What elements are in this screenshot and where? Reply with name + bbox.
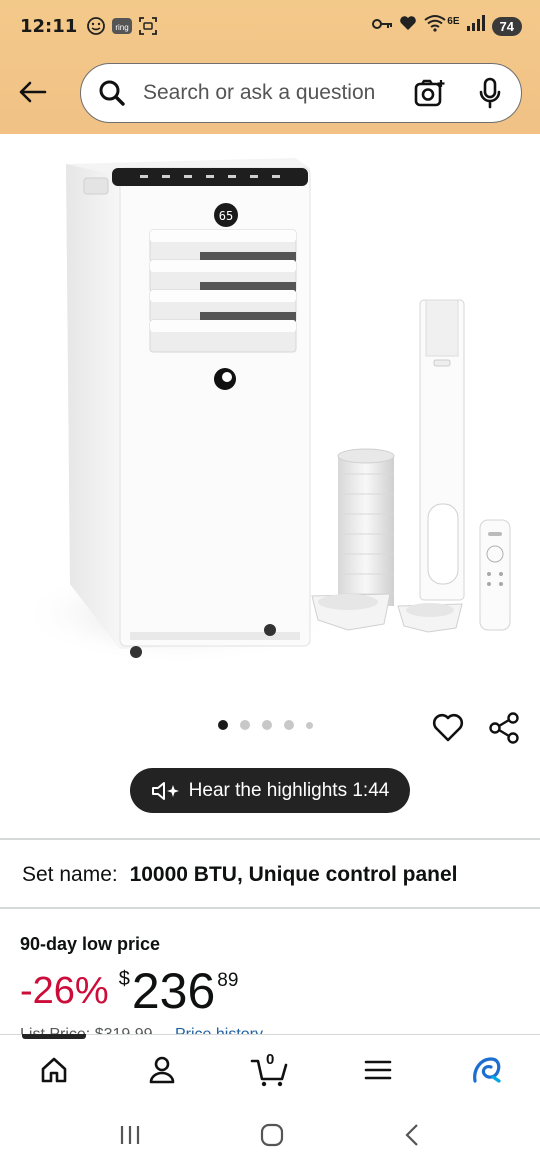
system-navigation-bar	[0, 1104, 540, 1170]
home-circle-icon	[260, 1123, 284, 1146]
vpn-key-icon	[371, 15, 393, 37]
share-icon	[489, 712, 519, 744]
smiley-notification-icon	[85, 15, 107, 37]
microphone-icon[interactable]	[473, 76, 507, 110]
network-type: 6E	[447, 15, 460, 27]
search-input[interactable]: Search or ask a question	[143, 81, 413, 105]
set-name-value: 10000 BTU, Unique control panel	[129, 863, 458, 886]
hear-highlights-label: Hear the highlights 1:44	[188, 779, 390, 801]
unit-display-digits: 65	[219, 209, 233, 223]
signal-icon	[466, 15, 486, 37]
nav-account[interactable]	[132, 1045, 192, 1095]
discount-percent: -26%	[20, 970, 109, 1012]
price-cents: 89	[217, 970, 239, 991]
home-system-button[interactable]	[259, 1122, 285, 1153]
battery-indicator: 74	[491, 16, 522, 36]
nav-menu[interactable]	[348, 1045, 408, 1095]
add-to-list-button[interactable]	[430, 710, 466, 746]
wifi-icon	[423, 14, 447, 38]
set-name-row[interactable]: Set name: 10000 BTU, Unique control pane…	[22, 863, 457, 887]
svg-text:ring: ring	[116, 23, 129, 32]
back-button[interactable]	[14, 74, 50, 110]
person-icon	[149, 1056, 175, 1083]
pagination-dot[interactable]	[240, 720, 250, 730]
home-icon	[41, 1057, 67, 1082]
rufus-ai-icon	[473, 1056, 501, 1083]
active-tab-indicator	[22, 1034, 86, 1039]
back-arrow-icon	[19, 81, 47, 103]
menu-icon	[364, 1060, 392, 1079]
section-divider	[0, 907, 540, 909]
pagination-dot-active[interactable]	[218, 720, 228, 730]
recent-apps-icon	[121, 1125, 140, 1144]
pagination-dot[interactable]	[284, 720, 294, 730]
price-currency: $	[118, 968, 130, 990]
search-bar[interactable]: Search or ask a question	[80, 63, 522, 123]
gallery-pagination[interactable]	[218, 720, 313, 730]
price-whole: 236	[131, 963, 216, 1019]
hear-highlights-button[interactable]: Hear the highlights 1:44	[130, 768, 410, 813]
screenshot-notification-icon	[137, 15, 159, 37]
bottom-navigation: 0	[0, 1034, 540, 1104]
status-time: 12:11	[20, 15, 78, 37]
set-name-label: Set name:	[22, 863, 118, 886]
deal-badge-text: 90-day low price	[20, 934, 161, 954]
nav-home[interactable]	[24, 1045, 84, 1095]
product-image-gallery[interactable]: 65	[0, 134, 540, 704]
camera-lens-icon[interactable]	[413, 76, 447, 110]
status-bar: 12:11 ring 6E 74	[0, 0, 540, 52]
ring-notification-icon: ring	[111, 15, 133, 37]
nav-cart[interactable]: 0	[240, 1045, 300, 1095]
search-icon	[95, 76, 129, 110]
heart-icon	[432, 713, 464, 742]
system-back-button[interactable]	[402, 1122, 422, 1153]
price-block: -26% $ 236 89	[20, 964, 238, 1018]
app-header: 12:11 ring 6E 74 Search or ask a questio…	[0, 0, 540, 134]
pagination-dot[interactable]	[306, 721, 313, 729]
pagination-dot[interactable]	[262, 720, 272, 730]
speaker-sparkle-icon	[151, 781, 179, 800]
cart-count: 0	[266, 1050, 275, 1068]
heart-status-icon	[399, 15, 417, 37]
product-image: 65	[20, 158, 511, 664]
chevron-left-icon	[405, 1123, 418, 1146]
share-button[interactable]	[486, 710, 522, 746]
recent-apps-button[interactable]	[118, 1124, 142, 1151]
nav-alexa[interactable]	[456, 1045, 516, 1095]
section-divider	[0, 838, 540, 840]
